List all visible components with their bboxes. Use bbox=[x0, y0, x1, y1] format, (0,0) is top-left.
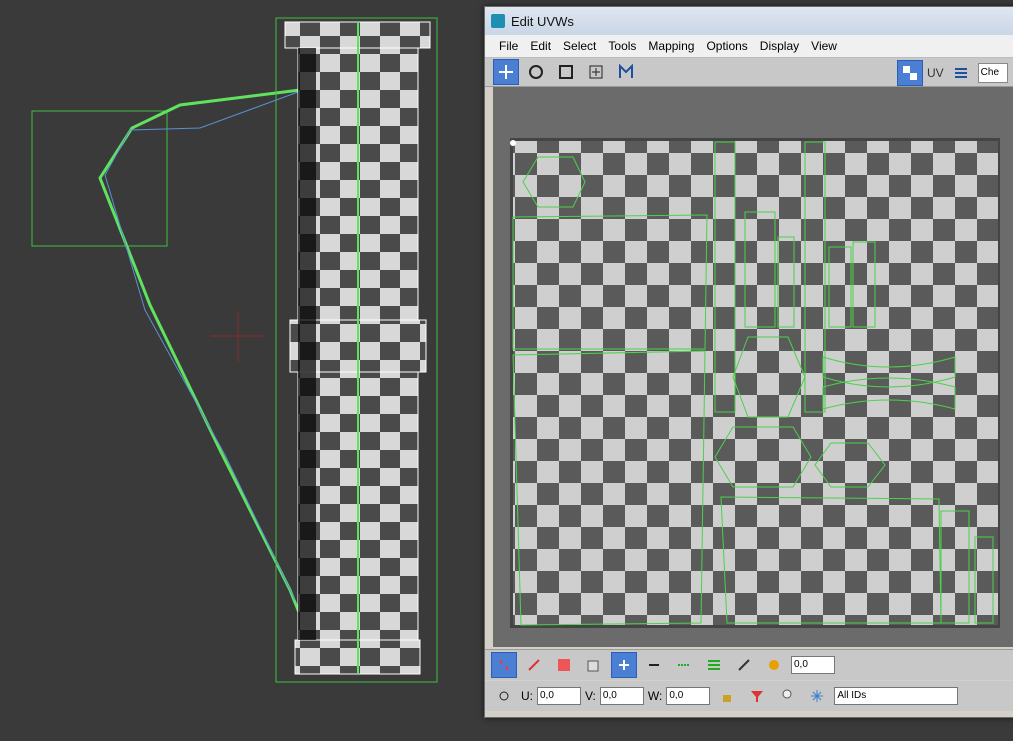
uv-editor-canvas[interactable] bbox=[493, 87, 1013, 647]
window-title: Edit UVWs bbox=[511, 13, 574, 29]
uv-label[interactable]: UV bbox=[927, 66, 944, 80]
menu-edit[interactable]: Edit bbox=[524, 37, 557, 55]
filter-selected-button[interactable] bbox=[744, 683, 770, 709]
uv-checker-texture bbox=[513, 141, 998, 625]
paint-select-button[interactable] bbox=[731, 652, 757, 678]
hide-button[interactable] bbox=[774, 683, 800, 709]
menu-tools[interactable]: Tools bbox=[602, 37, 642, 55]
rotate-icon bbox=[529, 65, 543, 79]
grow-selection-button[interactable] bbox=[611, 652, 637, 678]
menu-bar: File Edit Select Tools Mapping Options D… bbox=[485, 35, 1013, 58]
id-filter-select[interactable]: All IDs bbox=[834, 687, 959, 705]
move-tool-button[interactable] bbox=[493, 59, 519, 85]
lightbulb-icon bbox=[782, 689, 792, 699]
face-icon bbox=[558, 659, 570, 671]
freeform-icon bbox=[589, 65, 603, 79]
ring-select-button[interactable] bbox=[701, 652, 727, 678]
list-icon bbox=[954, 68, 967, 78]
target-icon bbox=[499, 691, 509, 701]
uv-tools-bar: 0,0 bbox=[485, 649, 1013, 680]
move-icon bbox=[499, 65, 513, 79]
uv-vertex-handle[interactable] bbox=[510, 140, 516, 146]
edit-uvws-window[interactable]: Edit UVWs File Edit Select Tools Mapping… bbox=[484, 6, 1013, 718]
app-icon bbox=[491, 14, 505, 28]
texture-dropdown[interactable]: Che bbox=[977, 63, 1008, 83]
coordinates-bar: U: 0,0 V: 0,0 W: 0,0 All IDs bbox=[485, 681, 1013, 711]
menu-display[interactable]: Display bbox=[754, 37, 805, 55]
menu-mapping[interactable]: Mapping bbox=[642, 37, 700, 55]
falloff-spinner[interactable]: 0,0 bbox=[791, 656, 835, 674]
options-list-button[interactable] bbox=[948, 60, 974, 86]
soft-select-button[interactable] bbox=[761, 652, 787, 678]
main-toolbar: UV Che bbox=[485, 58, 1013, 87]
loop-select-button[interactable] bbox=[671, 652, 697, 678]
scale-tool-button[interactable] bbox=[553, 59, 579, 85]
element-mode-button[interactable] bbox=[581, 652, 607, 678]
w-input[interactable]: 0,0 bbox=[666, 687, 711, 705]
u-label: U: bbox=[521, 689, 533, 703]
checker-icon bbox=[903, 66, 917, 80]
rotate-tool-button[interactable] bbox=[523, 59, 549, 85]
menu-select[interactable]: Select bbox=[557, 37, 602, 55]
window-titlebar[interactable]: Edit UVWs bbox=[485, 7, 1013, 35]
menu-options[interactable]: Options bbox=[700, 37, 753, 55]
edge-icon bbox=[528, 659, 540, 671]
shrink-icon bbox=[649, 664, 659, 666]
mirror-tool-button[interactable] bbox=[613, 59, 639, 85]
loop-icon bbox=[678, 664, 690, 666]
column-mesh[interactable] bbox=[284, 21, 431, 675]
soft-selection-icon bbox=[769, 660, 779, 670]
w-label: W: bbox=[647, 689, 663, 703]
filter-icon bbox=[751, 691, 764, 702]
grow-icon bbox=[619, 660, 629, 670]
menu-view[interactable]: View bbox=[805, 37, 843, 55]
freeze-button[interactable] bbox=[804, 683, 830, 709]
u-input[interactable]: 0,0 bbox=[537, 687, 581, 705]
mirror-icon bbox=[619, 64, 633, 78]
scale-icon bbox=[559, 65, 573, 79]
shrink-selection-button[interactable] bbox=[641, 652, 667, 678]
brush-icon bbox=[738, 659, 750, 671]
checker-toggle-button[interactable] bbox=[897, 60, 923, 86]
edge-mode-button[interactable] bbox=[521, 652, 547, 678]
element-icon bbox=[587, 660, 599, 672]
lock-icon bbox=[723, 695, 732, 702]
lock-button[interactable] bbox=[714, 683, 740, 709]
menu-file[interactable]: File bbox=[493, 37, 524, 55]
freeform-tool-button[interactable] bbox=[583, 59, 609, 85]
v-label: V: bbox=[585, 689, 596, 703]
snowflake-icon bbox=[811, 690, 824, 702]
v-input[interactable]: 0,0 bbox=[599, 687, 644, 705]
vertex-mode-button[interactable] bbox=[491, 652, 517, 678]
vertex-icon bbox=[499, 660, 509, 670]
ring-icon bbox=[708, 660, 720, 670]
absolute-mode-button[interactable] bbox=[491, 683, 517, 709]
face-mode-button[interactable] bbox=[551, 652, 577, 678]
